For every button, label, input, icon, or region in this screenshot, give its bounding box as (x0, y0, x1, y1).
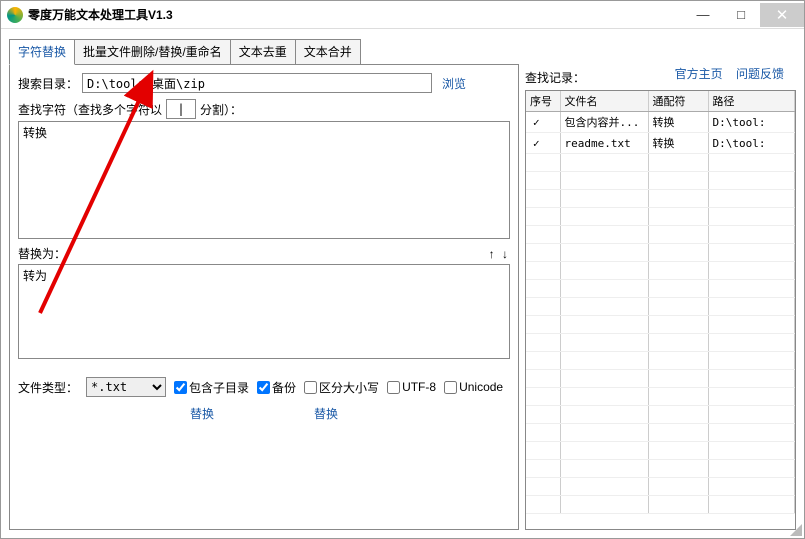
col-wildcard[interactable]: 通配符 (648, 91, 708, 112)
checkbox-case[interactable]: 区分大小写 (304, 379, 379, 396)
table-row (526, 460, 795, 478)
row-check-icon (526, 133, 560, 154)
table-row (526, 298, 795, 316)
table-row (526, 280, 795, 298)
table-row (526, 190, 795, 208)
checkbox-case-input[interactable] (304, 381, 317, 394)
table-row (526, 442, 795, 460)
tab-merge[interactable]: 文本合并 (295, 39, 361, 65)
maximize-button[interactable]: □ (722, 3, 760, 27)
browse-button[interactable]: 浏览 (442, 75, 466, 92)
checkbox-subdir-input[interactable] (174, 381, 187, 394)
table-row (526, 496, 795, 514)
table-row (526, 334, 795, 352)
close-button[interactable]: ✕ (760, 3, 804, 27)
cell-wc: 转换 (648, 112, 708, 133)
table-row (526, 226, 795, 244)
titlebar: 零度万能文本处理工具V1.3 — □ ✕ (1, 1, 804, 29)
find-textarea[interactable] (18, 121, 510, 239)
cell-path: D:\tool: (708, 133, 795, 154)
checkbox-utf8-input[interactable] (387, 381, 400, 394)
find-char-label-post: 分割）： (200, 101, 242, 118)
table-row[interactable]: readme.txt 转换 D:\tool: (526, 133, 795, 154)
checkbox-subdir[interactable]: 包含子目录 (174, 379, 249, 396)
replace-action-2[interactable]: 替换 (314, 405, 338, 422)
row-check-icon (526, 112, 560, 133)
col-path[interactable]: 路径 (708, 91, 795, 112)
table-row (526, 154, 795, 172)
tab-body: 搜索目录： 浏览 查找字符（查找多个字符以 分割）： 替换为： ↑ ↓ 文件类型… (9, 64, 519, 530)
tab-batch-file[interactable]: 批量文件删除/替换/重命名 (74, 39, 231, 65)
find-separator-input[interactable] (166, 99, 196, 119)
table-row (526, 172, 795, 190)
table-row (526, 262, 795, 280)
tab-strip: 字符替换 批量文件删除/替换/重命名 文本去重 文本合并 (9, 39, 519, 65)
table-row (526, 316, 795, 334)
replace-label: 替换为： (18, 245, 66, 262)
replace-action-1[interactable]: 替换 (190, 405, 214, 422)
col-filename[interactable]: 文件名 (560, 91, 648, 112)
checkbox-backup-input[interactable] (257, 381, 270, 394)
col-index[interactable]: 序号 (526, 91, 560, 112)
table-row[interactable]: 包含内容并... 转换 D:\tool: (526, 112, 795, 133)
result-grid[interactable]: 序号 文件名 通配符 路径 包含内容并... 转换 D:\tool: (525, 90, 796, 530)
filetype-label: 文件类型： (18, 379, 78, 396)
app-icon (7, 7, 23, 23)
table-row (526, 244, 795, 262)
checkbox-unicode[interactable]: Unicode (444, 380, 503, 394)
table-row (526, 370, 795, 388)
checkbox-backup[interactable]: 备份 (257, 379, 296, 396)
tab-char-replace[interactable]: 字符替换 (9, 39, 75, 65)
table-row (526, 406, 795, 424)
resize-grip[interactable] (788, 522, 802, 536)
filetype-select[interactable]: *.txt (86, 377, 166, 397)
checkbox-unicode-input[interactable] (444, 381, 457, 394)
cell-path: D:\tool: (708, 112, 795, 133)
table-row (526, 388, 795, 406)
table-row (526, 478, 795, 496)
replace-textarea[interactable] (18, 264, 510, 359)
swap-arrows-icon[interactable]: ↑ ↓ (489, 247, 510, 261)
table-row (526, 208, 795, 226)
app-title: 零度万能文本处理工具V1.3 (28, 6, 684, 23)
cell-file: 包含内容并... (560, 112, 648, 133)
search-dir-label: 搜索目录： (18, 75, 78, 92)
search-dir-input[interactable] (82, 73, 432, 93)
cell-file: readme.txt (560, 133, 648, 154)
official-home-link[interactable]: 官方主页 (675, 67, 723, 81)
tab-dedup[interactable]: 文本去重 (230, 39, 296, 65)
checkbox-utf8[interactable]: UTF-8 (387, 380, 436, 394)
cell-wc: 转换 (648, 133, 708, 154)
table-row (526, 352, 795, 370)
find-char-label-pre: 查找字符（查找多个字符以 (18, 101, 162, 118)
feedback-link[interactable]: 问题反馈 (736, 67, 784, 81)
table-row (526, 424, 795, 442)
header-links: 官方主页 问题反馈 (665, 65, 784, 82)
minimize-button[interactable]: — (684, 3, 722, 27)
